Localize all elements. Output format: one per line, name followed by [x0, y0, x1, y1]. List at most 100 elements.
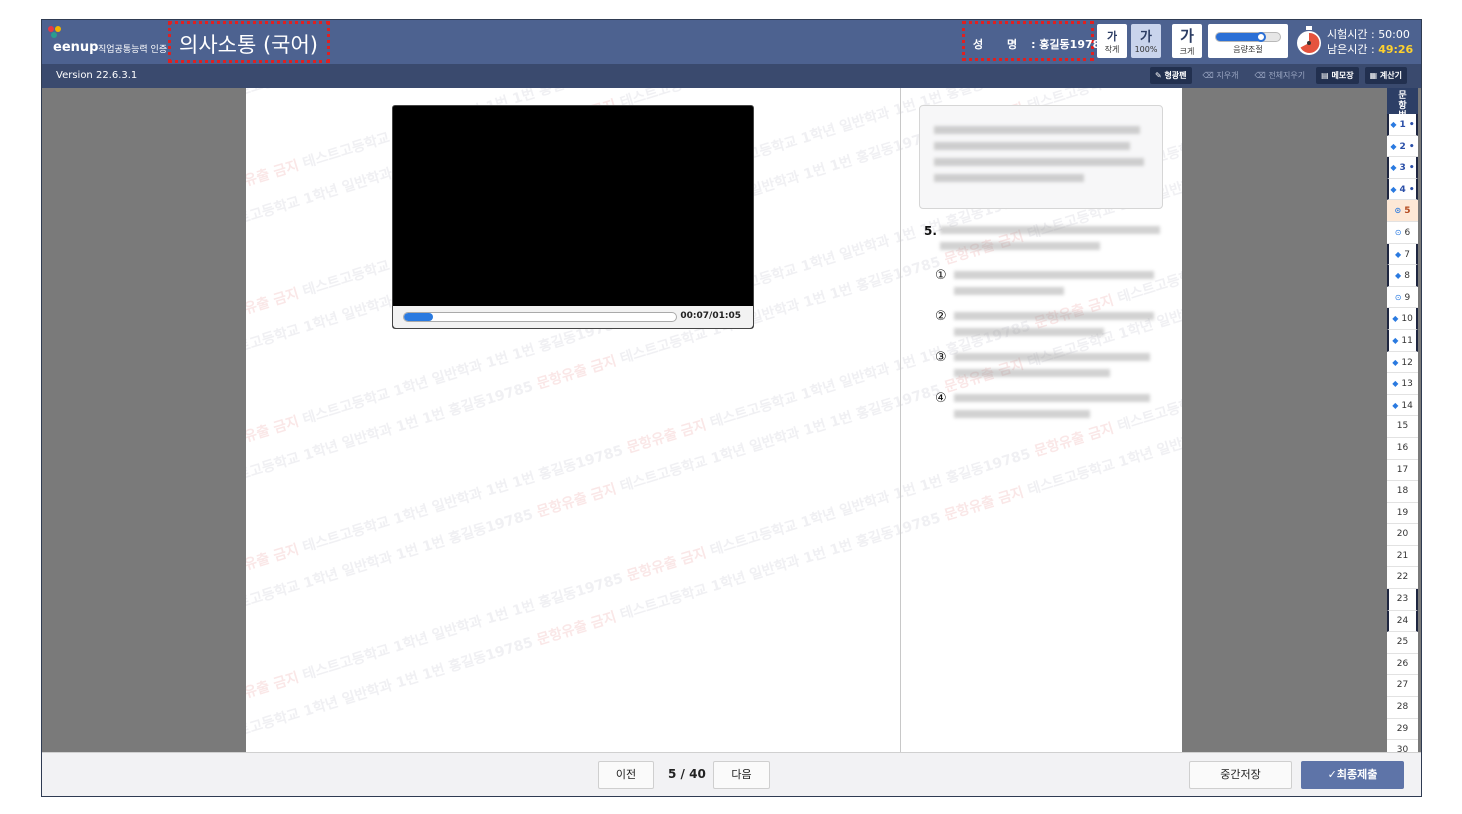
font-large-button[interactable]: 가 크게 — [1172, 24, 1202, 58]
answered-icon: ◆ — [1392, 314, 1399, 324]
remaining-time: 남은시간 : 49:26 — [1327, 42, 1413, 57]
question-nav-number: 7 — [1404, 249, 1410, 260]
option-3-marker: ③ — [935, 350, 947, 365]
question-nav-item[interactable]: ◆ 4 • — [1387, 178, 1418, 201]
font-small-button[interactable]: 가 작게 — [1097, 24, 1127, 58]
question-nav-item[interactable]: ◆ 12 — [1387, 352, 1418, 374]
font-normal-button[interactable]: 가 100% — [1131, 24, 1161, 58]
question-nav-number: 25 — [1396, 637, 1409, 648]
exam-time-label: 시험시간 : — [1327, 28, 1379, 41]
option-2-marker: ② — [935, 309, 947, 324]
watermark-line: 1번 1번 홍길동19785 문항유출 금지 테스트고등학교 1학년 일반학과 … — [246, 365, 1182, 710]
bottom-bar: 이전 5 / 40 다음 중간저장 ✓최종제출 — [42, 752, 1421, 796]
answered-dot-icon: • — [1405, 141, 1415, 152]
question-nav-item[interactable]: 20 — [1387, 524, 1418, 546]
eenup-logo: eenup 직업공통능력 인증 — [48, 26, 168, 58]
video-seek-bar[interactable] — [403, 312, 677, 322]
question-nav-item[interactable]: ◆ 2 • — [1387, 136, 1418, 158]
question-nav-item[interactable]: ◆ 8 — [1387, 265, 1418, 287]
question-nav-item[interactable]: ◆ 10 — [1387, 308, 1418, 330]
volume-knob[interactable] — [1256, 32, 1266, 42]
question-nav-item[interactable]: ⊙ 5 — [1387, 200, 1418, 222]
answered-dot-icon: • — [1405, 120, 1415, 130]
answered-icon: ◆ — [1392, 400, 1399, 410]
question-nav-number: 18 — [1396, 486, 1409, 497]
option-3[interactable]: ③ — [935, 350, 947, 365]
question-nav-number: 27 — [1396, 680, 1409, 691]
volume-slider[interactable] — [1215, 32, 1281, 42]
question-nav-number: 26 — [1396, 658, 1409, 669]
question-nav-number: 16 — [1396, 442, 1409, 453]
question-nav-item[interactable]: 25 — [1387, 632, 1418, 654]
question-nav-item[interactable]: 19 — [1387, 503, 1418, 525]
question-nav-item[interactable]: 18 — [1387, 481, 1418, 503]
option-2[interactable]: ② — [935, 309, 947, 324]
question-nav-number: 9 — [1404, 292, 1411, 303]
font-normal-glyph: 가 — [1140, 30, 1152, 45]
question-number: 5. — [924, 224, 937, 238]
question-nav-item[interactable]: 27 — [1387, 675, 1418, 698]
tool-button-0[interactable]: ✎ 형광펜 — [1149, 67, 1192, 84]
question-nav-item[interactable]: 22 — [1387, 567, 1418, 590]
question-nav-rail: 문항번호 ◆ 1 • ◆ 2 • ◆ 3 • ◆ 4 • ⊙ 5 ⊙ 6 ◆ 7 ◆ 8 ⊙ 9 ◆ 10 ◆ 11 ◆ 12… — [1387, 88, 1418, 752]
option-4[interactable]: ④ — [935, 391, 947, 406]
question-nav-number: 14 — [1401, 400, 1413, 411]
font-normal-label: 100% — [1134, 45, 1158, 54]
question-nav-item[interactable]: 21 — [1387, 546, 1418, 568]
answered-icon: ◆ — [1395, 271, 1402, 281]
question-nav-item[interactable]: ◆ 14 — [1387, 395, 1418, 417]
clock-icon: ⊙ — [1394, 292, 1402, 302]
passage-box-blurred — [919, 105, 1163, 209]
option-1[interactable]: ① — [935, 268, 947, 283]
answered-icon: ◆ — [1390, 163, 1397, 173]
question-nav-number: 17 — [1396, 464, 1409, 475]
tool-button-1[interactable]: ⌫ 지우개 — [1198, 67, 1244, 84]
video-progress-fill — [404, 313, 434, 321]
question-nav-item[interactable]: 24 — [1387, 610, 1418, 633]
question-nav-item[interactable]: 23 — [1387, 589, 1418, 611]
font-small-label: 작게 — [1104, 45, 1120, 54]
question-nav-item[interactable]: 15 — [1387, 416, 1418, 438]
question-nav-item[interactable]: 29 — [1387, 719, 1418, 741]
volume-control[interactable]: 음량조절 — [1208, 24, 1288, 58]
prev-button[interactable]: 이전 — [598, 761, 654, 789]
tool-button-3[interactable]: ▤ 메모장 — [1316, 67, 1359, 84]
question-nav-number: 13 — [1401, 379, 1413, 390]
question-nav-item[interactable]: 30 — [1387, 740, 1418, 752]
question-nav-number: 22 — [1396, 572, 1409, 583]
question-nav-item[interactable]: ◆ 11 — [1387, 329, 1418, 352]
next-button[interactable]: 다음 — [713, 761, 770, 789]
question-nav-item[interactable]: 28 — [1387, 697, 1418, 719]
question-nav-item[interactable]: ⊙ 6 — [1387, 222, 1418, 244]
answered-icon: ◆ — [1392, 357, 1399, 367]
exam-time: 시험시간 : 50:00 — [1327, 27, 1413, 42]
stopwatch-icon — [1295, 26, 1323, 56]
answered-icon: ◆ — [1390, 141, 1397, 151]
question-nav-number: 5 — [1404, 206, 1411, 217]
question-nav-item[interactable]: ◆ 7 — [1387, 243, 1418, 266]
exam-time-value: 50:00 — [1378, 28, 1410, 41]
option-1-marker: ① — [935, 268, 947, 283]
save-progress-button[interactable]: 중간저장 — [1189, 761, 1292, 789]
question-nav-number: 12 — [1401, 357, 1413, 368]
question-nav-number: 10 — [1401, 314, 1413, 325]
final-submit-button[interactable]: ✓최종제출 — [1301, 761, 1404, 789]
question-nav-item[interactable]: ◆ 3 • — [1387, 157, 1418, 179]
question-nav-list: ◆ 1 • ◆ 2 • ◆ 3 • ◆ 4 • ⊙ 5 ⊙ 6 ◆ 7 ◆ 8 ⊙ 9 ◆ 10 ◆ 11 ◆ 12 ◆ 13 ◆ 1… — [1387, 114, 1418, 752]
tool-button-2[interactable]: ⌫ 전체지우기 — [1249, 67, 1310, 84]
font-large-glyph: 가 — [1180, 27, 1194, 45]
question-nav-item[interactable]: 17 — [1387, 460, 1418, 482]
video-time: 00:07/01:05 — [680, 311, 741, 321]
question-nav-number: 20 — [1396, 529, 1409, 540]
video-player[interactable]: 00:07/01:05 — [392, 105, 754, 329]
question-nav-item[interactable]: ◆ 13 — [1387, 373, 1418, 395]
tool-button-4[interactable]: ▦ 계산기 — [1364, 67, 1407, 84]
question-nav-item[interactable]: 16 — [1387, 438, 1418, 460]
remaining-time-value: 49:26 — [1378, 43, 1414, 56]
volume-label: 음량조절 — [1233, 45, 1263, 54]
font-large-label: 크게 — [1179, 47, 1195, 56]
clock-icon: ⊙ — [1394, 227, 1402, 237]
question-nav-item[interactable]: ⊙ 9 — [1387, 287, 1418, 309]
question-nav-item[interactable]: ◆ 1 • — [1387, 114, 1418, 136]
question-nav-item[interactable]: 26 — [1387, 654, 1418, 676]
